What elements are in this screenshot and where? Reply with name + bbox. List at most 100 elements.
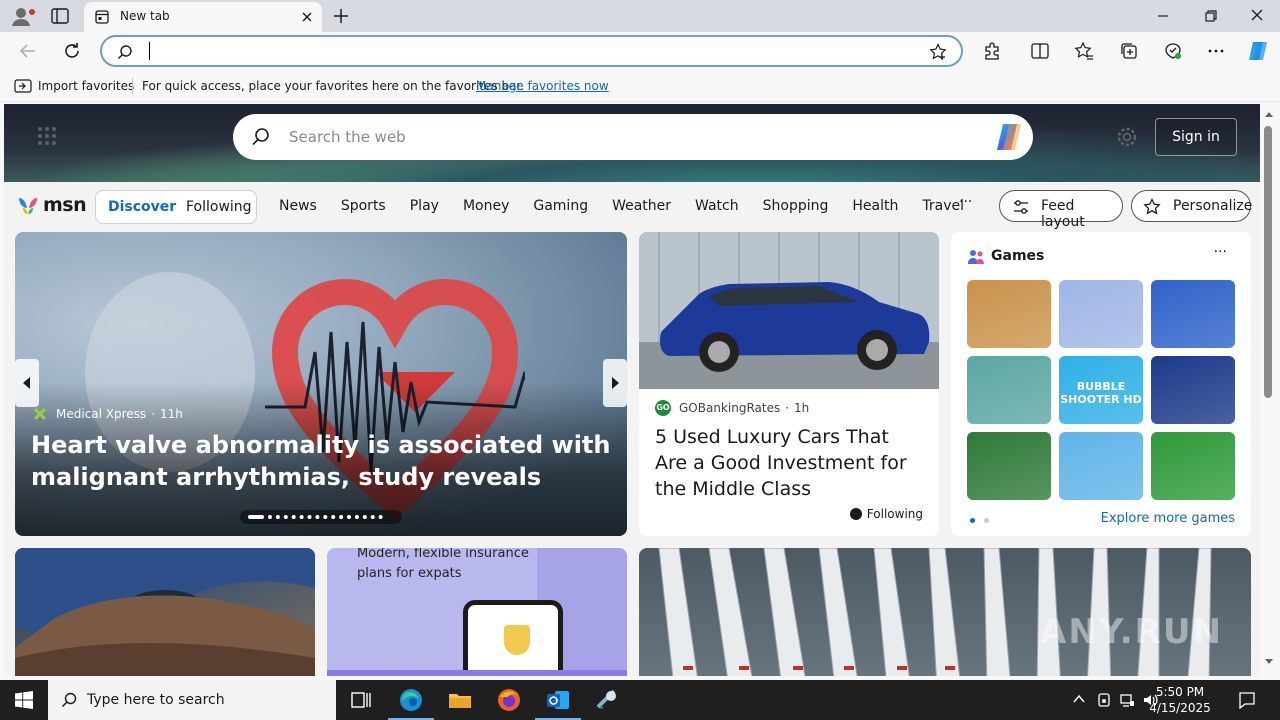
block-puzzle-game-tile[interactable] [1151,356,1235,424]
import-favorites-icon[interactable] [14,78,32,94]
sign-in-button[interactable]: Sign in [1155,118,1237,156]
nav-play[interactable]: Play [410,198,439,214]
nav-sports[interactable]: Sports [341,198,386,214]
car-story-headline[interactable]: 5 Used Luxury Cars That Are a Good Inves… [655,424,925,502]
bubble-shooter-game-tile[interactable]: BUBBLE SHOOTER HD [1059,356,1143,424]
notifications-icon[interactable] [1238,691,1256,709]
tray-expand-chevron-icon[interactable] [1072,692,1086,706]
apps-launcher-icon[interactable] [37,126,57,146]
taskbar-outlook-app[interactable] [535,687,581,720]
tray-device-icon[interactable] [1096,692,1112,708]
carousel-dot[interactable] [275,515,280,519]
feed-layout-button[interactable]: Feed layout [999,190,1123,230]
scrollbar-thumb[interactable] [1264,126,1272,398]
carousel-dot-active[interactable] [248,515,264,519]
games-page-dot[interactable] [970,518,975,523]
carousel-dot[interactable] [331,515,336,519]
carousel-dot[interactable] [315,515,320,519]
carousel-dot[interactable] [307,515,312,519]
insurance-ad-card[interactable]: Modern, flexible insurance plans for exp… [327,548,627,676]
restore-icon[interactable] [1204,9,1218,23]
restaurant-game-tile[interactable] [1059,432,1143,500]
firefox-icon[interactable] [496,687,522,713]
nav-travel[interactable]: Travel [922,198,964,214]
wood-puzzle-game-tile[interactable] [967,280,1051,348]
carousel-dot[interactable] [347,515,351,519]
nav-weather[interactable]: Weather [612,198,671,214]
explore-more-games-link[interactable]: Explore more games [1101,511,1235,526]
scroll-down-arrow-icon[interactable] [1264,658,1274,666]
copilot-icon[interactable] [993,122,1025,152]
carousel-next-button[interactable] [603,359,627,407]
following-indicator[interactable]: Following [849,507,923,521]
scroll-up-arrow-icon[interactable] [1264,110,1274,118]
back-arrow-icon[interactable] [18,41,38,61]
security-tool-icon[interactable] [594,687,620,713]
taskbar-edge-app[interactable] [388,687,434,720]
copilot-icon[interactable] [1245,38,1271,64]
manage-favorites-link[interactable]: Manage favorites now [476,79,609,93]
nav-shopping[interactable]: Shopping [763,198,829,214]
address-input[interactable] [148,41,908,61]
msn-logo[interactable]: msn [15,192,87,218]
refresh-icon[interactable] [62,41,82,61]
makeup-game-tile[interactable] [1059,280,1143,348]
address-bar[interactable] [100,35,963,67]
sleep-story-card[interactable] [15,548,315,676]
carousel-dot[interactable] [299,515,304,519]
browser-essentials-icon[interactable] [1163,41,1183,61]
car-story-card[interactable]: GO GOBankingRates · 1h 5 Used Luxury Car… [639,232,939,536]
carousel-dot[interactable] [354,515,359,519]
tab-new-tab[interactable]: New tab [84,2,322,32]
nav-more-button[interactable]: ··· [959,194,972,210]
more-options-icon[interactable] [1206,41,1226,61]
collections-icon[interactable] [1119,41,1139,61]
carousel-dot[interactable] [268,515,272,519]
gem-game-tile[interactable] [1151,432,1235,500]
hero-headline[interactable]: Heart valve abnormality is associated wi… [31,429,621,493]
match-jewels-game-tile[interactable] [1151,280,1235,348]
add-favorite-star-icon[interactable] [929,43,947,61]
close-window-icon[interactable] [1250,8,1264,22]
personalize-button[interactable]: Personalize [1131,190,1252,222]
nav-watch[interactable]: Watch [695,198,739,214]
page-scrollbar[interactable] [1260,104,1280,676]
new-tab-plus-icon[interactable] [331,6,351,26]
profile-button[interactable] [10,5,35,27]
carousel-dot[interactable] [283,515,288,519]
carousel-dot[interactable] [339,515,344,519]
nav-gaming[interactable]: Gaming [533,198,588,214]
carousel-dots[interactable] [240,510,402,524]
nav-money[interactable]: Money [463,198,509,214]
nav-health[interactable]: Health [852,198,898,214]
nav-news[interactable]: News [279,198,317,214]
file-explorer-icon[interactable] [447,687,473,713]
web-search-box[interactable]: Search the web [233,114,1033,160]
mahjong-game-tile[interactable] [967,432,1051,500]
carousel-prev-button[interactable] [15,359,39,407]
task-view-icon[interactable] [348,687,374,713]
taskbar-search-box[interactable]: Type here to search [48,680,336,720]
split-screen-icon[interactable] [1030,41,1050,61]
tab-discover[interactable]: Discover [108,199,176,215]
minimize-icon[interactable] [1156,9,1170,23]
games-more-button[interactable]: ··· [1214,244,1227,260]
tab-actions-button[interactable] [50,6,70,26]
carousel-dot[interactable] [370,515,375,519]
taskbar-clock[interactable]: 5:50 PM 4/15/2025 [1140,684,1220,716]
tab-following[interactable]: Following [186,199,252,215]
carousel-dot[interactable] [362,515,367,519]
windows-start-icon[interactable] [15,691,33,709]
favorites-icon[interactable] [1074,41,1094,61]
extensions-icon[interactable] [982,41,1002,61]
hospital-game-tile[interactable] [967,356,1051,424]
carousel-dot[interactable] [323,515,328,519]
games-page-dot[interactable] [984,518,989,523]
import-favorites-link[interactable]: Import favorites [38,79,134,93]
close-tab-icon[interactable] [300,10,314,24]
carousel-dot[interactable] [291,515,296,519]
network-icon[interactable] [1119,692,1135,708]
hero-story-card[interactable]: Medical Xpress · 11h Heart valve abnorma… [15,232,627,536]
carousel-dot[interactable] [378,515,383,519]
page-settings-gear-icon[interactable] [1116,126,1138,148]
